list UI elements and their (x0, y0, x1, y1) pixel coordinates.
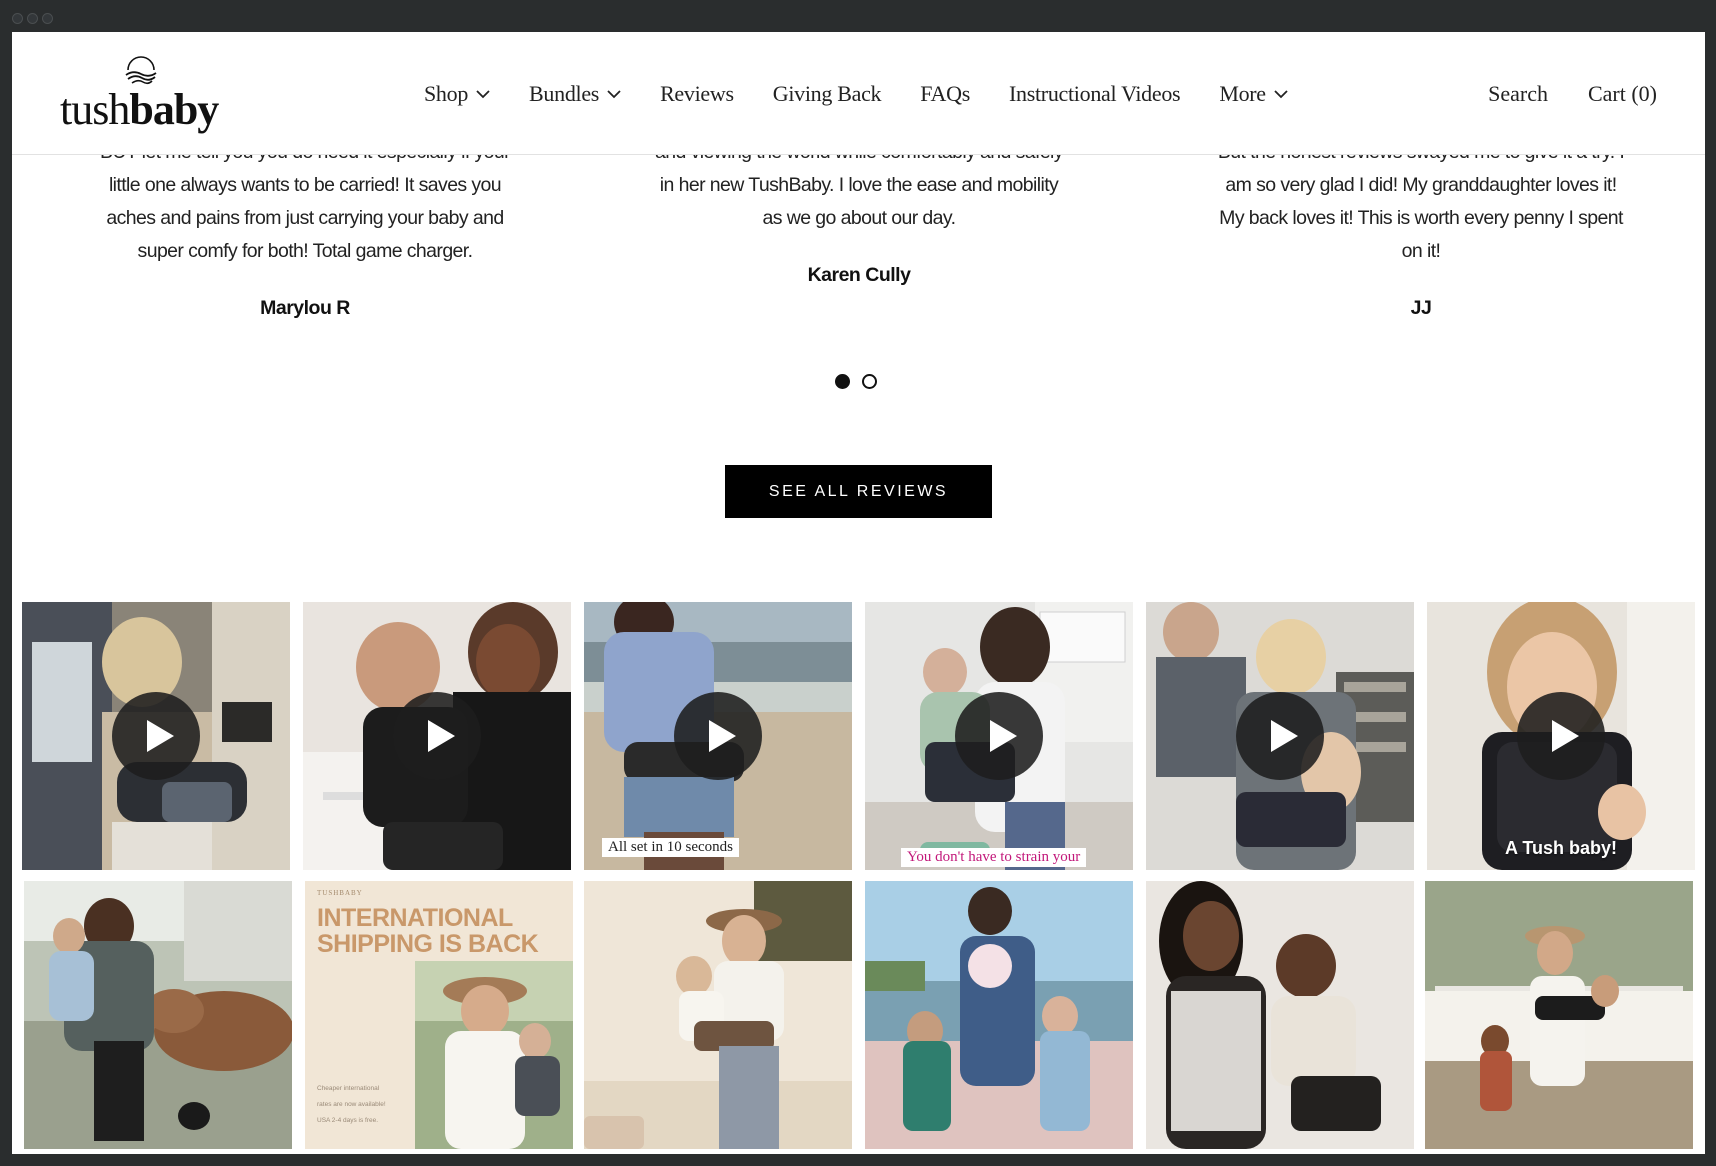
nav-giving-back[interactable]: Giving Back (773, 81, 882, 107)
promo-detail-line: rates are now available! (317, 1101, 386, 1108)
review-author: JJ (1410, 297, 1432, 319)
review-text-line: on it! (1401, 240, 1441, 262)
review-text-line: aches and pains from just carrying your … (106, 207, 504, 229)
nav-instructional-videos[interactable]: Instructional Videos (1009, 80, 1181, 107)
carousel-pagination (835, 374, 877, 389)
nav-shop-label: Shop (424, 80, 469, 106)
review-author: Karen Cully (807, 264, 911, 286)
video-tile[interactable] (1146, 602, 1414, 870)
play-icon[interactable] (674, 692, 762, 780)
site-header: tushbaby Shop Bundles Reviews Giving Bac… (12, 32, 1705, 155)
gallery-photo[interactable] (584, 881, 852, 1149)
play-icon[interactable] (1236, 692, 1324, 780)
play-icon[interactable] (112, 692, 200, 780)
nav-more-label: More (1219, 80, 1266, 106)
photo-image (1425, 881, 1693, 1149)
video-tile[interactable]: All set in 10 seconds (584, 602, 852, 870)
review-text-line: am so very glad I did! My granddaughter … (1225, 174, 1617, 196)
video-caption: All set in 10 seconds (602, 838, 739, 857)
photo-image (865, 881, 1133, 1149)
pagination-dot-1[interactable] (835, 374, 850, 389)
nav-reviews-label: Reviews (660, 80, 734, 106)
nav-more[interactable]: More (1219, 80, 1288, 107)
maximize-window-icon[interactable] (42, 13, 53, 24)
nav-reviews[interactable]: Reviews (660, 81, 734, 107)
review-card: and viewing the world while comfortably … (649, 136, 1069, 292)
video-tile[interactable]: You don't have to strain your (865, 602, 1133, 870)
review-author: Marylou R (260, 297, 350, 319)
promo-detail-line: USA 2-4 days is free. (317, 1117, 379, 1124)
nav-videos-label: Instructional Videos (1009, 80, 1181, 106)
nav-shop[interactable]: Shop (424, 81, 490, 107)
play-icon[interactable] (393, 692, 481, 780)
cart-link[interactable]: Cart (0) (1588, 81, 1657, 107)
see-all-reviews-button[interactable]: SEE ALL REVIEWS (725, 465, 992, 518)
close-window-icon[interactable] (12, 13, 23, 24)
promo-title: INTERNATIONAL SHIPPING IS BACK (317, 904, 539, 958)
nav-faqs-label: FAQs (920, 80, 970, 106)
pagination-dot-2[interactable] (862, 374, 877, 389)
video-tile[interactable] (22, 602, 290, 870)
promo-brand: TUSHBABY (317, 889, 363, 897)
chevron-down-icon (1274, 89, 1288, 98)
gallery-photo[interactable] (1425, 881, 1693, 1149)
video-tile[interactable]: A Tush baby! (1427, 602, 1695, 870)
chevron-down-icon (607, 89, 621, 98)
review-text-line: super comfy for both! Total game charger… (137, 240, 474, 262)
nav-bundles-label: Bundles (529, 80, 600, 106)
logo-sun-icon (125, 56, 157, 85)
review-card: BUT let me tell you you do need it espec… (95, 136, 515, 325)
window-controls (12, 13, 53, 24)
header-actions: Search Cart (0) (1488, 32, 1657, 155)
gallery-photo[interactable] (24, 881, 292, 1149)
logo[interactable]: tushbaby (60, 54, 230, 134)
video-caption: You don't have to strain your (901, 848, 1087, 867)
logo-wordmark: tushbaby (60, 85, 219, 134)
search-link[interactable]: Search (1488, 81, 1548, 107)
play-icon[interactable] (1517, 692, 1605, 780)
review-text-line: My back loves it! This is worth every pe… (1219, 207, 1623, 229)
video-caption: A Tush baby! (1505, 838, 1617, 858)
review-text-line: in her new TushBaby. I love the ease and… (659, 174, 1059, 196)
review-text-line: as we go about our day. (762, 207, 957, 229)
chevron-down-icon (476, 89, 490, 98)
minimize-window-icon[interactable] (27, 13, 38, 24)
video-tile[interactable] (303, 602, 571, 870)
review-card: But the honest reviews swayed me to give… (1211, 136, 1631, 325)
gallery-photo[interactable] (865, 881, 1133, 1149)
play-icon[interactable] (955, 692, 1043, 780)
photo-image (24, 881, 292, 1149)
promo-details: Cheaper international rates are now avai… (317, 1081, 412, 1129)
nav-faqs[interactable]: FAQs (920, 81, 970, 107)
promo-detail-line: Cheaper international (317, 1085, 380, 1092)
review-text-line: little one always wants to be carried! I… (108, 174, 502, 196)
page: tushbaby Shop Bundles Reviews Giving Bac… (12, 32, 1705, 1154)
nav-giving-back-label: Giving Back (772, 80, 882, 106)
window-chrome (0, 0, 1716, 32)
promo-tile[interactable]: TUSHBABY INTERNATIONAL SHIPPING IS BACK … (305, 881, 573, 1149)
photo-image (584, 881, 852, 1149)
photo-image (1146, 881, 1414, 1149)
main-nav: Shop Bundles Reviews Giving Back FAQs In… (424, 32, 1288, 155)
nav-bundles[interactable]: Bundles (529, 81, 621, 107)
gallery-photo[interactable] (1146, 881, 1414, 1149)
